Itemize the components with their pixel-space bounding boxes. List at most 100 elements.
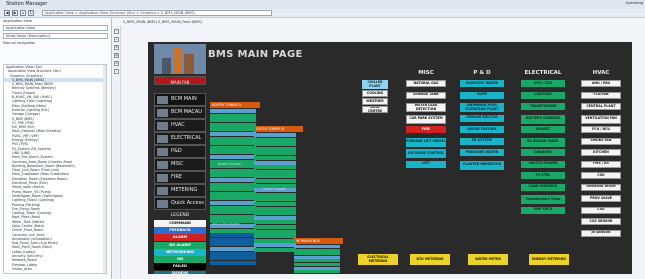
tower-b-floor[interactable]: [254, 248, 296, 252]
nav-button-main-fab[interactable]: MAIN FAB: [154, 76, 206, 85]
tower-b-floor[interactable]: [254, 211, 296, 216]
breadcrumb[interactable]: Application View > Application View Stru…: [42, 10, 272, 16]
filter-select[interactable]: Show Value (Description): [3, 33, 108, 39]
metering-button[interactable]: ENERGY METERING: [529, 254, 569, 265]
tower-a-floor[interactable]: [210, 178, 256, 182]
tree-item[interactable]: Visitor_Area: [4, 267, 106, 271]
electrical-button[interactable]: EA SOLTAR PANEL: [521, 137, 565, 147]
tower-b-floor[interactable]: [254, 202, 296, 206]
tower-a-floor[interactable]: [210, 237, 256, 242]
misc-button[interactable]: CAR PARK SYSTEM: [406, 114, 446, 124]
tower-c-floor[interactable]: [294, 255, 340, 259]
tower-b-floor[interactable]: [254, 179, 296, 183]
pan-icon[interactable]: ✥: [114, 45, 119, 50]
hvac-button[interactable]: FMS / RS: [581, 160, 621, 168]
hvac-button[interactable]: PROV VALVE: [581, 195, 621, 202]
tower-b-floor[interactable]: [254, 192, 296, 197]
hvac-button[interactable]: SMOKE FAN: [581, 137, 621, 145]
tower-a-floor[interactable]: [210, 132, 256, 136]
pd-button[interactable]: SWIMMING POOL FILTRATION PLANT: [460, 103, 504, 112]
hvac-button[interactable]: FCU/FAN: [581, 91, 621, 99]
nav-button-p-d[interactable]: P&D: [154, 145, 206, 158]
tower-a-header[interactable]: NORTH TOWER A: [210, 102, 260, 108]
back-icon[interactable]: ◀: [4, 10, 10, 16]
electrical-button[interactable]: BATTERY CHARGER: [521, 114, 565, 124]
tower-a-floor[interactable]: [210, 260, 256, 265]
hvac-button[interactable]: J6 SENSOR: [581, 229, 621, 237]
info-icon[interactable]: i: [114, 69, 119, 74]
hvac-button[interactable]: CSU: [581, 206, 621, 214]
nav-button-metering[interactable]: METERING: [154, 184, 206, 197]
tower-a-floor[interactable]: [210, 141, 256, 146]
misc-button[interactable]: SEWAGE TANK: [406, 91, 446, 99]
hvac-button[interactable]: CSU: [581, 172, 621, 179]
electrical-button[interactable]: PV CTRL: [521, 172, 565, 179]
tower-a-floor[interactable]: [210, 173, 256, 178]
tower-b-floor[interactable]: [254, 220, 296, 225]
tower-a-floor[interactable]: [210, 205, 256, 210]
electrical-button[interactable]: GENSET: [521, 126, 565, 133]
metering-button[interactable]: ELECTRICAL METERING: [358, 254, 398, 265]
tower-b-floor[interactable]: [254, 151, 296, 156]
tower-a-floor[interactable]: [210, 150, 256, 155]
hvac-button[interactable]: CENTRAL PLANT: [581, 103, 621, 110]
nav-button-misc[interactable]: MISC: [154, 158, 206, 171]
metering-button[interactable]: BTU METERING: [410, 254, 450, 265]
tower-a-floor[interactable]: [210, 168, 256, 173]
nav-button-hvac[interactable]: HVAC: [154, 119, 206, 132]
tower-b-floor[interactable]: [254, 146, 296, 151]
electrical-button[interactable]: TRANSFORMER: [521, 103, 565, 110]
tower-b-floor[interactable]: [254, 165, 296, 170]
misc-button[interactable]: NATURAL GAS: [406, 80, 446, 87]
pd-button[interactable]: SEWAGE EJECTOR: [460, 114, 504, 122]
tower-c-floor[interactable]: [294, 266, 340, 270]
tower-a-floor[interactable]: [210, 214, 256, 219]
tower-b-floor[interactable]: [254, 238, 296, 243]
tower-a-floor[interactable]: [210, 113, 256, 118]
tower-a-floor[interactable]: [210, 182, 256, 187]
tower-b-floor[interactable]: [254, 197, 296, 202]
misc-button[interactable]: LIFT: [406, 160, 446, 168]
home-icon[interactable]: ⌂: [20, 10, 26, 16]
tower-b-floor[interactable]: [254, 206, 296, 211]
nav-button-bcm-macau[interactable]: BCM MACAU: [154, 106, 206, 119]
tower-a-floor[interactable]: [210, 210, 256, 215]
tower-a-floor[interactable]: [210, 242, 256, 247]
tower-b-floor[interactable]: [254, 243, 296, 248]
electrical-button[interactable]: LOAD SHEDDER: [521, 183, 565, 191]
settings-icon[interactable]: ⚙: [114, 61, 119, 66]
tower-b-floor[interactable]: [254, 225, 296, 229]
electrical-button[interactable]: LIGHTING: [521, 91, 565, 99]
pd-button[interactable]: DOMESTIC WATER: [460, 80, 504, 87]
tower-a-floor[interactable]: [210, 118, 256, 123]
pd-button[interactable]: PRESSURE WATER: [460, 149, 504, 156]
view-select[interactable]: Application View: [3, 25, 108, 31]
pd-button[interactable]: WATER FEATURE: [460, 126, 504, 133]
system-button[interactable]: CHILLER PLANT: [362, 80, 388, 89]
tower-a-floor[interactable]: [210, 201, 256, 205]
hvac-button[interactable]: CO2 SENSOR: [581, 218, 621, 225]
tower-b-floor[interactable]: [254, 169, 296, 174]
tower-a-floor[interactable]: [210, 196, 256, 201]
tower-b-floor[interactable]: [254, 215, 296, 220]
tower-c-floor[interactable]: [294, 252, 340, 256]
tower-c-floor[interactable]: [294, 263, 340, 266]
pointer-icon[interactable]: ↗: [114, 29, 119, 34]
nav-button-electrical[interactable]: ELECTRICAL: [154, 132, 206, 145]
misc-button[interactable]: FIRE: [406, 126, 446, 133]
tower-b-floor[interactable]: [254, 160, 296, 165]
tower-b-floor[interactable]: [254, 133, 296, 137]
electrical-button[interactable]: SWITCH POWER: [521, 160, 565, 168]
forward-icon[interactable]: ▶: [12, 10, 18, 16]
system-button[interactable]: DATA CENTRE: [362, 106, 388, 113]
misc-button[interactable]: FIREMAN LIFT VESSEL: [406, 137, 446, 147]
tower-b-floor[interactable]: [254, 174, 296, 179]
nav-button-bcm-main[interactable]: BCM MAIN: [154, 93, 206, 106]
refresh-icon[interactable]: ↻: [28, 10, 34, 16]
tower-a-floor[interactable]: [210, 256, 256, 261]
tower-c-header[interactable]: HK PAVILION B: [293, 238, 343, 244]
metering-button[interactable]: WATER METER: [468, 254, 508, 265]
tower-a-floor[interactable]: [210, 136, 256, 141]
tree-scrollbar[interactable]: [103, 65, 106, 273]
tower-a-floor[interactable]: [210, 247, 256, 251]
